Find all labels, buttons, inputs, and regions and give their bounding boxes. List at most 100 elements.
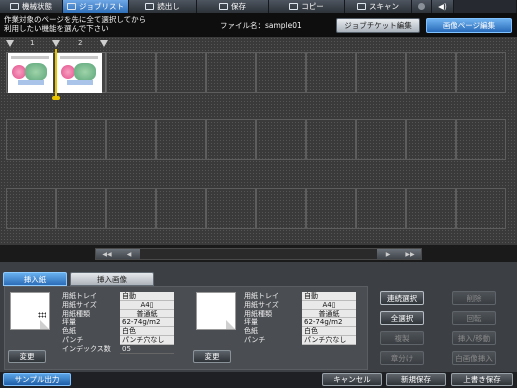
top-tab-bar: 機械状態 ジョブリスト 読出し 保存 コピー スキャン ◀): [0, 0, 517, 13]
page-slot[interactable]: [356, 188, 406, 229]
page-slot[interactable]: [256, 188, 306, 229]
paper-preview-icon: [196, 292, 236, 330]
delete-button[interactable]: 削除: [452, 291, 496, 305]
tab-label: 読出し: [157, 2, 180, 11]
scan-icon: [357, 3, 366, 10]
scroll-last-button[interactable]: ▶▶: [399, 249, 421, 259]
page-slot[interactable]: [356, 119, 406, 160]
page-slot[interactable]: [56, 119, 106, 160]
thumbnail-graphic: [61, 65, 75, 79]
page-slot[interactable]: [306, 52, 356, 93]
tab-insert-paper[interactable]: 挿入紙: [3, 272, 67, 286]
read-icon: [145, 3, 155, 10]
thumbnail-graphic: [25, 63, 47, 81]
speaker-icon: ◀): [438, 2, 447, 11]
prop-key: 用紙種類: [244, 309, 272, 318]
tab-job-list[interactable]: ジョブリスト: [63, 0, 129, 13]
page-slot[interactable]: [106, 52, 156, 93]
tab-machine-status[interactable]: 機械状態: [0, 0, 63, 13]
rotate-button[interactable]: 回転: [452, 311, 496, 325]
scroll-prev-button[interactable]: ◀: [118, 249, 140, 259]
page-slot[interactable]: [256, 119, 306, 160]
prop-value: パンチ穴なし: [120, 335, 174, 345]
overwrite-save-button[interactable]: 上書き保存: [451, 373, 513, 386]
page-row-2: [6, 119, 506, 160]
thumbnail-graphic: [18, 80, 44, 85]
page-slot[interactable]: [406, 52, 456, 93]
change-paper-button-right[interactable]: 変更: [193, 350, 231, 363]
cancel-button[interactable]: キャンセル: [322, 373, 382, 386]
tab-insert-image[interactable]: 挿入画像: [70, 272, 154, 286]
topbar-filler: [454, 0, 517, 13]
prop-value: パンチ穴なし: [302, 335, 356, 345]
page-slot[interactable]: [6, 119, 56, 160]
page-slot[interactable]: [156, 119, 206, 160]
save-icon: [219, 3, 228, 10]
page-slot[interactable]: [206, 119, 256, 160]
select-all-button[interactable]: 全選択: [380, 311, 424, 325]
tab-scan[interactable]: スキャン: [345, 0, 412, 13]
page-slot[interactable]: [406, 188, 456, 229]
page-slot[interactable]: [456, 119, 506, 160]
prop-key: インデックス数: [62, 344, 111, 353]
page-slot[interactable]: [156, 188, 206, 229]
tab-label: ジョブリスト: [79, 2, 124, 11]
duplicate-button[interactable]: 複製: [380, 331, 424, 345]
insert-marker-icon[interactable]: [6, 40, 14, 47]
page-slot[interactable]: [406, 119, 456, 160]
paper-properties-left: 用紙トレイ 自動 用紙サイズ A4▯ 用紙種類 普通紙 坪量 62-74g/m2…: [62, 292, 174, 354]
page-slot[interactable]: [156, 52, 206, 93]
page-slot[interactable]: [256, 52, 306, 93]
page-scrollbar[interactable]: ◀◀ ◀ ▶ ▶▶: [95, 248, 422, 260]
status-indicator[interactable]: [412, 0, 432, 13]
status-dot-icon: [418, 3, 425, 10]
prop-key: 用紙サイズ: [244, 300, 279, 309]
page-slot[interactable]: [456, 188, 506, 229]
chapter-split-button[interactable]: 章分け: [380, 351, 424, 365]
tab-read[interactable]: 読出し: [129, 0, 197, 13]
paper-preview-icon: [10, 292, 50, 330]
page-slot[interactable]: [306, 188, 356, 229]
sample-output-button[interactable]: サンプル出力: [3, 373, 71, 386]
page-slot[interactable]: [306, 119, 356, 160]
prop-key: 用紙トレイ: [62, 292, 97, 300]
copy-icon: [289, 3, 299, 10]
page-slot[interactable]: [206, 52, 256, 93]
page-slot[interactable]: [6, 188, 56, 229]
prop-key: 色紙: [244, 327, 258, 336]
scroll-track[interactable]: [140, 249, 377, 259]
insert-marker-icon[interactable]: [52, 40, 60, 47]
tab-label: スキャン: [369, 2, 399, 11]
prop-value: 自動: [120, 292, 174, 301]
page-slot[interactable]: [206, 188, 256, 229]
scroll-first-button[interactable]: ◀◀: [96, 249, 118, 259]
prop-value: A4▯: [120, 300, 174, 310]
prop-key: 色紙: [62, 327, 76, 336]
insert-marker-icon[interactable]: [100, 40, 108, 47]
insertion-cursor[interactable]: [52, 49, 60, 100]
page-slot[interactable]: [356, 52, 406, 93]
tab-copy[interactable]: コピー: [269, 0, 345, 13]
insert-move-button[interactable]: 挿入/移動: [452, 331, 496, 345]
prop-value: 62-74g/m2: [120, 318, 174, 328]
page-thumbnail-1[interactable]: [8, 53, 53, 93]
change-paper-button-left[interactable]: 変更: [8, 350, 46, 363]
page-slot[interactable]: [456, 52, 506, 93]
blank-image-insert-button[interactable]: 白画像挿入: [452, 351, 496, 365]
job-ticket-edit-button[interactable]: ジョブチケット編集: [336, 18, 420, 33]
scroll-next-button[interactable]: ▶: [377, 249, 399, 259]
page-slot[interactable]: [106, 119, 156, 160]
page-slot[interactable]: [56, 188, 106, 229]
page-thumbnail-2[interactable]: [57, 53, 102, 93]
page-slot[interactable]: [106, 188, 156, 229]
filename-label: ファイル名：sample01: [220, 21, 302, 30]
new-save-button[interactable]: 新規保存: [386, 373, 446, 386]
prop-key: 用紙種類: [62, 309, 90, 318]
volume-button[interactable]: ◀): [432, 0, 454, 13]
prop-key: 坪量: [62, 318, 76, 327]
thumbnail-text-line: [11, 56, 49, 59]
continuous-select-button[interactable]: 連続選択: [380, 291, 424, 305]
image-page-edit-button[interactable]: 画像ページ編集: [426, 18, 512, 33]
prop-value: 62-74g/m2: [302, 318, 356, 328]
tab-save[interactable]: 保存: [197, 0, 269, 13]
